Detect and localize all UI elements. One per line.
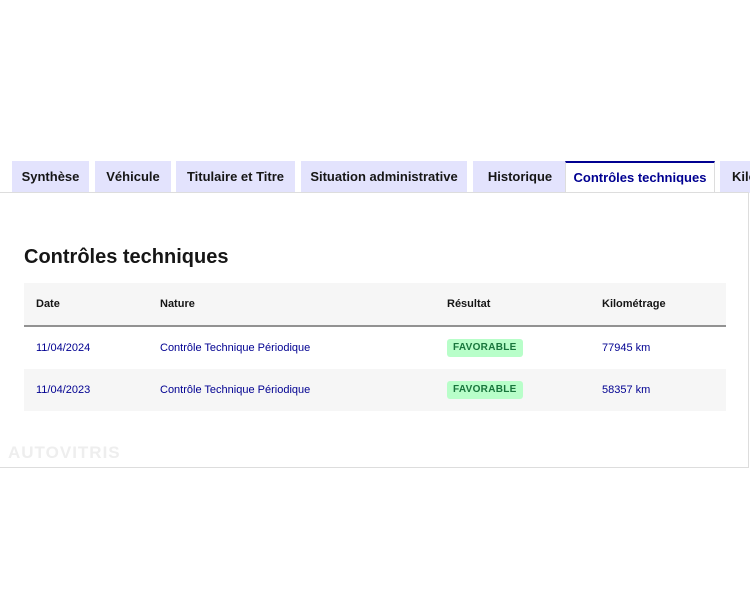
row-mileage: 58357 km [602, 384, 651, 396]
tab-controles-techniques[interactable]: Contrôles techniques [565, 161, 715, 193]
row-date: 11/04/2024 [36, 342, 91, 354]
header-date: Date [36, 298, 60, 310]
row-mileage: 77945 km [602, 342, 651, 354]
tab-bar: Synthèse Véhicule Titulaire et Titre Sit… [12, 161, 750, 193]
row-result: FAVORABLE [447, 327, 523, 369]
watermark: AUTOVITRIS [8, 443, 121, 462]
result-badge: FAVORABLE [447, 381, 523, 400]
row-nature: Contrôle Technique Périodique [160, 342, 311, 354]
header-nature: Nature [160, 298, 195, 310]
header-resultat: Résultat [447, 298, 491, 310]
tab-historique[interactable]: Historique [473, 161, 567, 193]
section-title: Contrôles techniques [24, 246, 229, 268]
result-badge: FAVORABLE [447, 339, 523, 358]
tab-vehicule[interactable]: Véhicule [95, 161, 171, 193]
row-nature: Contrôle Technique Périodique [160, 384, 311, 396]
controles-table: Date Nature Résultat Kilométrage 11/04/2… [24, 283, 726, 411]
header-kilometrage: Kilométrage [602, 298, 666, 310]
row-date: 11/04/2023 [36, 384, 91, 396]
table-row: 11/04/2024 Contrôle Technique Périodique… [24, 327, 726, 369]
tab-situation-administrative[interactable]: Situation administrative [301, 161, 467, 193]
tab-synthese[interactable]: Synthèse [12, 161, 89, 193]
table-header: Date Nature Résultat Kilométrage [24, 283, 726, 327]
row-result: FAVORABLE [447, 369, 523, 411]
tab-titulaire-et-titre[interactable]: Titulaire et Titre [176, 161, 295, 193]
table-row: 11/04/2023 Contrôle Technique Périodique… [24, 369, 726, 411]
tab-kilometrage[interactable]: Kilo [720, 161, 750, 193]
